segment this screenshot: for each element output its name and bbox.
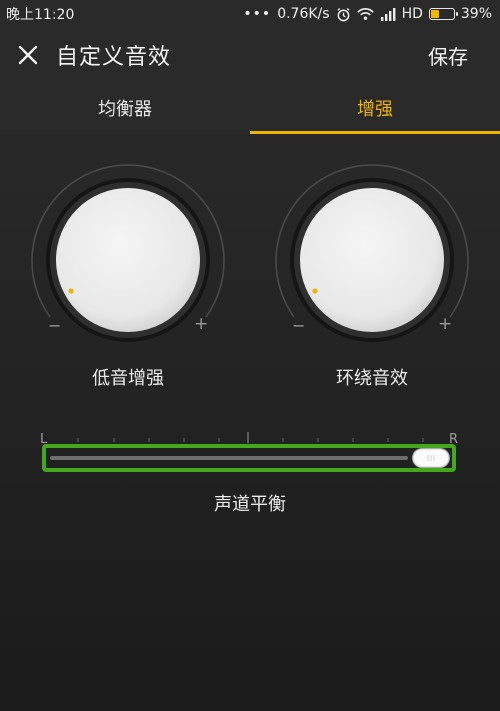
dots-icon: ••• (243, 6, 272, 22)
tab-equalizer[interactable]: 均衡器 (0, 82, 250, 134)
balance-slider[interactable] (42, 444, 456, 472)
balance-thumb[interactable] (412, 448, 450, 468)
battery-percent: 39% (460, 6, 492, 22)
bass-boost-knob[interactable]: − + 低音增强 (28, 160, 228, 389)
knob-plus-label: + (194, 314, 209, 334)
knob-indicator-dot (312, 288, 318, 294)
signal-icon (380, 7, 395, 21)
knob-label: 低音增强 (92, 368, 164, 389)
balance-track[interactable] (50, 456, 408, 460)
wifi-icon (356, 8, 374, 20)
knob-plus-label: + (438, 314, 453, 334)
knob-label: 环绕音效 (336, 368, 408, 389)
status-bar: 晚上11:20 ••• 0.76K/s HD 39% (0, 0, 500, 28)
tab-enhance[interactable]: 增强 (250, 82, 500, 134)
save-button[interactable]: 保存 (428, 41, 468, 70)
close-button[interactable] (0, 28, 56, 82)
network-speed: 0.76K/s (277, 6, 330, 22)
knob-minus-label: − (48, 316, 62, 335)
page-title: 自定义音效 (56, 45, 172, 70)
knob-indicator-dot (68, 288, 74, 294)
tab-bar: 均衡器 增强 (0, 82, 500, 134)
status-time: 晚上11:20 (6, 7, 75, 23)
surround-sound-knob[interactable]: − + 环绕音效 (272, 160, 472, 389)
status-icons: ••• 0.76K/s HD 39% (243, 6, 492, 22)
balance-label: 声道平衡 (214, 494, 286, 515)
battery-icon (428, 8, 458, 20)
network-label: HD (401, 6, 423, 22)
grip-icon (427, 455, 435, 461)
channel-balance: L R (40, 430, 460, 478)
app-bar: 自定义音效 保存 (0, 28, 500, 82)
alarm-icon (336, 7, 350, 21)
knob-minus-label: − (292, 316, 306, 335)
close-icon (18, 45, 38, 65)
